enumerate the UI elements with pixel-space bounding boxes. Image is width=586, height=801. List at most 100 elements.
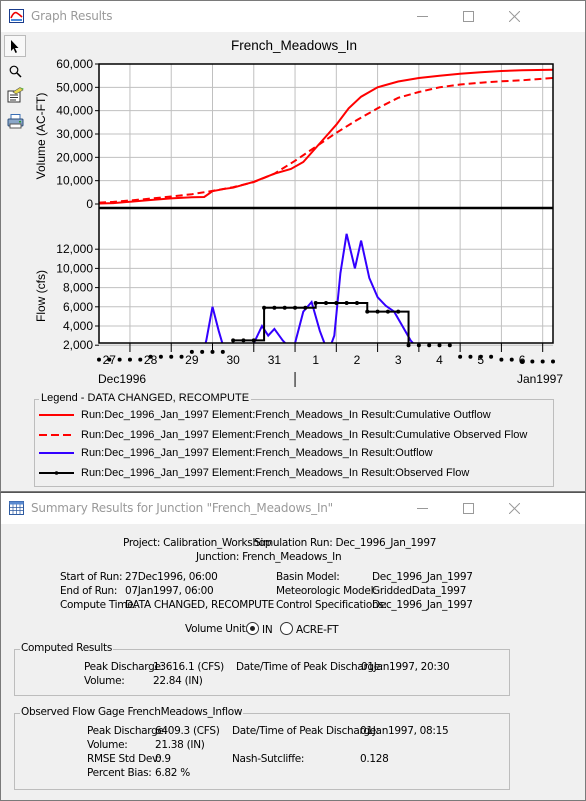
computed-volume-label: Volume: xyxy=(84,675,125,687)
flow-y-axis-title: Flow (cfs) xyxy=(34,270,48,322)
meteorologic-model-value: GriddedData_1997 xyxy=(372,585,467,597)
legend-item[interactable]: Run:Dec_1996_Jan_1997 Element:French_Mea… xyxy=(39,406,491,424)
observed-flow-marker xyxy=(200,349,205,354)
observed-flow-marker xyxy=(117,357,122,362)
volume-units-acre-ft-option[interactable]: ACRE-FT xyxy=(280,622,339,636)
observed-flow-marker xyxy=(437,343,442,348)
volume-y-tick-label: 50,000 xyxy=(56,80,93,94)
radio-acre-ft-label: ACRE-FT xyxy=(296,624,339,636)
legend-item[interactable]: Run:Dec_1996_Jan_1997 Element:French_Mea… xyxy=(39,464,469,482)
volume-y-axis-title: Volume (AC-FT) xyxy=(34,93,48,180)
x-day-label: 31 xyxy=(268,353,282,367)
x-day-label: 1 xyxy=(312,353,319,367)
x-day-label: 28 xyxy=(144,353,158,367)
radio-acre-ft[interactable] xyxy=(280,622,293,635)
legend-swatch-icon xyxy=(39,414,74,416)
observed-flow-marker xyxy=(127,357,132,362)
summary-minimize-button[interactable] xyxy=(399,493,445,524)
radio-in-label: IN xyxy=(262,624,273,636)
summary-window-title: Summary Results for Junction "French_Mea… xyxy=(31,501,334,515)
observed-peak-discharge-value: 6409.3 (CFS) xyxy=(155,725,220,737)
observed-flow-marker xyxy=(406,343,411,348)
simulation-run-label: Simulation Run: Dec_1996_Jan_1997 xyxy=(254,537,437,549)
project-label: Project: Calibration_Workshop xyxy=(123,537,272,549)
graph-results-window: Graph Results French_Meadows_In 0 10,000 2… xyxy=(0,0,586,492)
x-day-label: 3 xyxy=(395,353,402,367)
observed-flow-marker xyxy=(313,300,318,305)
flow-y-tick-label: 8,000 xyxy=(63,281,93,295)
volume-y-tick-label: 30,000 xyxy=(56,127,93,141)
volume-units-label: Volume Units: xyxy=(185,623,254,635)
observed-flow-marker xyxy=(241,338,246,343)
summary-window-titlebar[interactable]: Summary Results for Junction "French_Mea… xyxy=(1,493,585,524)
percent-bias-value: 6.82 % xyxy=(155,767,190,779)
rmse-std-dev-label: RMSE Std Dev: xyxy=(87,753,161,765)
summary-maximize-button[interactable] xyxy=(445,493,491,524)
observed-flow-marker xyxy=(385,309,390,314)
observed-flow-marker xyxy=(97,357,101,362)
summary-close-button[interactable] xyxy=(491,493,537,524)
control-specifications-label: Control Specifications: xyxy=(276,599,387,611)
observed-flow-marker xyxy=(365,309,370,314)
computed-peak-discharge-value: 13616.1 (CFS) xyxy=(153,661,224,673)
junction-label: Junction: French_Meadows_In xyxy=(196,551,342,563)
rmse-std-dev-value: 0.9 xyxy=(155,753,171,765)
legend-item-label: Run:Dec_1996_Jan_1997 Element:French_Mea… xyxy=(81,447,433,459)
table-grid-icon xyxy=(9,501,24,515)
observed-flow-marker xyxy=(499,357,504,362)
computed-peak-time-value: 01Jan1997, 20:30 xyxy=(361,661,450,673)
x-day-label: 2 xyxy=(354,353,361,367)
maximize-icon xyxy=(462,503,474,514)
observed-flow-marker xyxy=(344,300,349,305)
observed-flow-marker xyxy=(334,300,339,305)
volume-units-in-option[interactable]: IN xyxy=(246,622,273,636)
observed-flow-marker xyxy=(324,300,328,305)
flow-y-tick-label: 12,000 xyxy=(56,242,93,256)
observed-flow-marker xyxy=(447,343,452,348)
observed-flow-marker xyxy=(251,338,256,343)
summary-results-window: Summary Results for Junction "French_Mea… xyxy=(0,492,586,801)
basin-model-value: Dec_1996_Jan_1997 xyxy=(372,571,473,583)
volume-y-tick-label: 0 xyxy=(86,197,93,211)
legend-item[interactable]: Run:Dec_1996_Jan_1997 Element:French_Mea… xyxy=(39,444,433,462)
observed-flow-marker xyxy=(158,354,163,359)
radio-in[interactable] xyxy=(246,622,259,635)
observed-flow-marker xyxy=(262,305,267,310)
observed-volume-label: Volume: xyxy=(87,739,128,751)
observed-flow-marker xyxy=(396,309,401,314)
x-month-label-jan1997: Jan1997 xyxy=(517,372,563,386)
observed-flow-marker xyxy=(179,354,184,359)
nash-sutcliffe-label: Nash-Sutcliffe: xyxy=(232,753,305,765)
observed-flow-marker xyxy=(220,349,225,354)
observed-peak-time-label: Date/Time of Peak Discharge: xyxy=(232,725,380,737)
legend-item[interactable]: Run:Dec_1996_Jan_1997 Element:French_Mea… xyxy=(39,426,527,444)
control-specifications-value: Dec_1996_Jan_1997 xyxy=(372,599,473,611)
compute-time-value: DATA CHANGED, RECOMPUTE xyxy=(125,599,274,611)
meteorologic-model-label: Meteorologic Model: xyxy=(276,585,377,597)
observed-flow-marker xyxy=(282,305,287,310)
volume-y-tick-label: 10,000 xyxy=(56,174,93,188)
observed-flow-marker xyxy=(551,359,555,364)
x-day-label: 6 xyxy=(519,353,526,367)
flow-plot-area xyxy=(99,209,553,343)
observed-flow-marker xyxy=(489,354,494,359)
nash-sutcliffe-value: 0.128 xyxy=(360,753,389,765)
flow-y-tick-label: 2,000 xyxy=(63,338,93,352)
legend-swatch-icon xyxy=(39,471,74,475)
flow-y-tick-label: 4,000 xyxy=(63,319,93,333)
end-of-run-value: 07Jan1997, 06:00 xyxy=(125,585,214,597)
basin-model-label: Basin Model: xyxy=(276,571,340,583)
percent-bias-label: Percent Bias: xyxy=(87,767,152,779)
observed-flow-marker xyxy=(468,354,473,359)
volume-y-tick-label: 40,000 xyxy=(56,104,93,118)
start-of-run-label: Start of Run: xyxy=(60,571,123,583)
x-day-label: 30 xyxy=(226,353,240,367)
observed-volume-value: 21.38 (IN) xyxy=(155,739,205,751)
observed-flow-marker xyxy=(272,305,277,310)
legend-item-label: Run:Dec_1996_Jan_1997 Element:French_Mea… xyxy=(81,429,528,441)
observed-flow-marker xyxy=(138,357,143,362)
x-month-label-dec1996: Dec1996 xyxy=(98,372,146,386)
legend-title: Legend - DATA CHANGED, RECOMPUTE xyxy=(39,392,252,404)
observed-flow-title: Observed Flow Gage FrenchMeadows_Inflow xyxy=(20,706,244,718)
start-of-run-value: 27Dec1996, 06:00 xyxy=(125,571,218,583)
